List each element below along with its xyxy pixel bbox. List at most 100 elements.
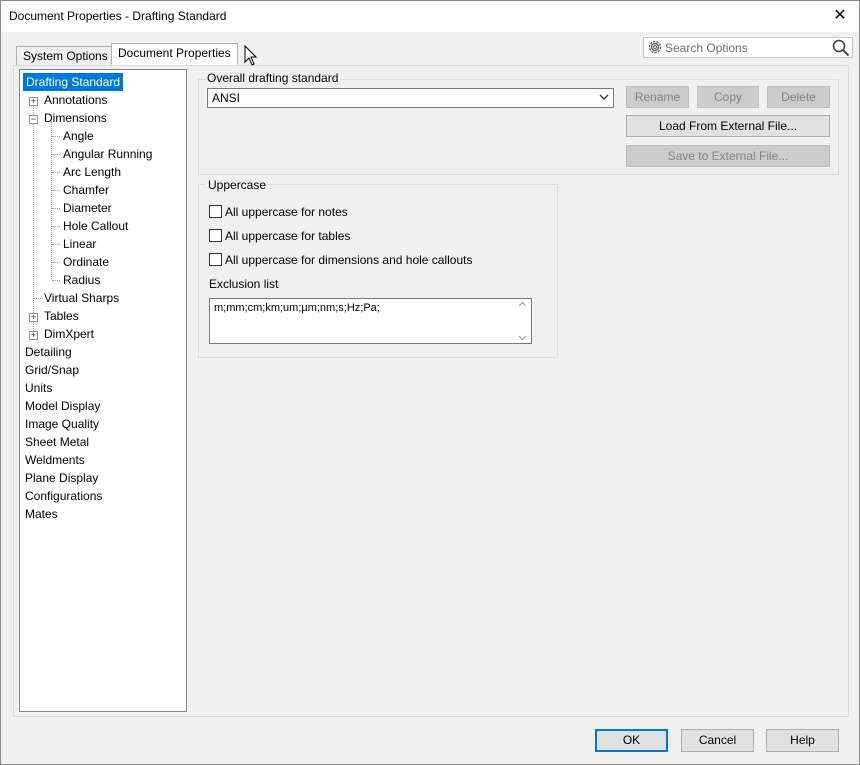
tree-item-hole-callout[interactable]: Hole Callout [63, 217, 128, 235]
search-icon[interactable] [832, 39, 850, 57]
tree-item-mates[interactable]: Mates [25, 505, 58, 523]
button-label: Help [790, 733, 815, 747]
tree-item-dimensions[interactable]: Dimensions [44, 109, 107, 127]
tree-item-sheet-metal[interactable]: Sheet Metal [25, 433, 89, 451]
drafting-standard-group-title: Overall drafting standard [205, 71, 341, 85]
tree-item-label: Dimensions [44, 111, 107, 125]
tree-item-plane-display[interactable]: Plane Display [25, 469, 98, 487]
scroll-up-icon[interactable] [518, 301, 527, 307]
tree-item-label: Model Display [25, 399, 101, 413]
tree-item-virtual-sharps[interactable]: Virtual Sharps [44, 289, 119, 307]
chevron-down-icon [599, 94, 609, 100]
tree-item-model-display[interactable]: Model Display [25, 397, 100, 415]
tree-connector [51, 121, 52, 279]
tree-item-label: Grid/Snap [25, 363, 80, 377]
help-button[interactable]: Help [766, 729, 839, 752]
tree-item-label: DimXpert [44, 327, 95, 341]
tree-item-ordinate[interactable]: Ordinate [63, 253, 109, 271]
tree-item-label: Drafting Standard [26, 75, 121, 89]
tree-item-tables[interactable]: Tables [44, 307, 79, 325]
tree-connector [52, 262, 60, 263]
save-to-external-file-button[interactable]: Save to External File... [626, 145, 830, 167]
search-input[interactable]: Search Options [643, 37, 853, 58]
tab-document-properties[interactable]: Document Properties [111, 43, 238, 65]
checkbox-label: All uppercase for notes [225, 205, 348, 219]
scroll-down-icon[interactable] [518, 335, 527, 341]
tree-item-annotations[interactable]: Annotations [44, 91, 107, 109]
tab-label: System Options [23, 49, 108, 63]
tree-connector [52, 280, 60, 281]
expand-icon[interactable]: + [29, 97, 38, 106]
uppercase-group-title: Uppercase [206, 178, 269, 192]
tree-item-label: Mates [25, 507, 58, 521]
exclusion-list-label: Exclusion list [209, 277, 279, 291]
tree-connector [52, 226, 60, 227]
button-label: Delete [781, 90, 816, 104]
tree-connector [52, 208, 60, 209]
tree-item-units[interactable]: Units [25, 379, 52, 397]
tree-item-dimxpert[interactable]: DimXpert [44, 325, 94, 343]
drafting-standard-select[interactable]: ANSI [207, 88, 614, 108]
tree-item-label: Linear [63, 237, 97, 251]
tree-item-label: Radius [63, 273, 101, 287]
tree-connector [52, 244, 60, 245]
checkbox-box[interactable] [209, 205, 222, 218]
tree-item-label: Virtual Sharps [44, 291, 120, 305]
tab-system-options[interactable]: System Options [16, 46, 115, 66]
tree-connector [52, 154, 60, 155]
close-icon[interactable]: ✕ [829, 5, 851, 27]
button-label: Save to External File... [667, 149, 789, 163]
collapse-icon[interactable]: − [29, 115, 38, 124]
tree-connector [34, 298, 43, 299]
button-label: Load From External File... [658, 119, 798, 133]
load-from-external-file-button[interactable]: Load From External File... [626, 115, 830, 137]
checkbox-label: All uppercase for tables [225, 229, 351, 243]
dialog-window: Document Properties - Drafting Standard … [0, 0, 860, 765]
cancel-button[interactable]: Cancel [681, 729, 754, 752]
tree-item-label: Tables [44, 309, 79, 323]
checkbox-box[interactable] [209, 229, 222, 242]
rename-button[interactable]: Rename [626, 86, 689, 108]
tree-item-image-quality[interactable]: Image Quality [25, 415, 99, 433]
tree-item-drafting-standard[interactable]: Drafting Standard [23, 73, 124, 91]
tree-item-chamfer[interactable]: Chamfer [63, 181, 109, 199]
delete-button[interactable]: Delete [767, 86, 830, 108]
tree-item-linear[interactable]: Linear [63, 235, 96, 253]
exclusion-list-textarea[interactable]: m;mm;cm;km;um;µm;nm;s;Hz;Pa; [209, 298, 532, 344]
button-label: Rename [634, 90, 681, 104]
copy-button[interactable]: Copy [697, 86, 759, 108]
mouse-cursor-icon [244, 45, 258, 66]
tree-item-label: Arc Length [63, 165, 122, 179]
tree-item-label: Sheet Metal [25, 435, 90, 449]
checkbox-label: All uppercase for dimensions and hole ca… [225, 253, 473, 267]
checkbox-box[interactable] [209, 253, 222, 266]
tree-item-label: Configurations [25, 489, 103, 503]
button-label: Cancel [698, 733, 737, 747]
tree-item-grid-snap[interactable]: Grid/Snap [25, 361, 79, 379]
search-placeholder: Search Options [665, 41, 748, 55]
tree-item-label: Ordinate [63, 255, 110, 269]
tree-item-label: Hole Callout [63, 219, 129, 233]
tree-item-label: Plane Display [25, 471, 99, 485]
tree-item-label: Units [25, 381, 53, 395]
button-label: Copy [713, 90, 742, 104]
button-label: OK [622, 733, 641, 747]
tree-item-weldments[interactable]: Weldments [25, 451, 85, 469]
tree-item-diameter[interactable]: Diameter [63, 199, 112, 217]
tree-item-detailing[interactable]: Detailing [25, 343, 72, 361]
tree-item-label: Chamfer [63, 183, 110, 197]
window-title: Document Properties - Drafting Standard [9, 9, 227, 23]
textarea-scrollbar[interactable] [515, 300, 530, 342]
ok-button[interactable]: OK [595, 729, 668, 752]
tab-label: Document Properties [118, 46, 231, 60]
tree-item-angle[interactable]: Angle [63, 127, 94, 145]
tree-item-configurations[interactable]: Configurations [25, 487, 102, 505]
drafting-standard-value: ANSI [212, 91, 241, 105]
tree-item-arc-length[interactable]: Arc Length [63, 163, 121, 181]
tree-connector [52, 190, 60, 191]
options-tree[interactable]: Drafting Standard + Annotations − Dimens… [19, 69, 187, 712]
expand-icon[interactable]: + [29, 313, 38, 322]
expand-icon[interactable]: + [29, 331, 38, 340]
tree-item-angular-running[interactable]: Angular Running [63, 145, 152, 163]
tree-item-radius[interactable]: Radius [63, 271, 100, 289]
